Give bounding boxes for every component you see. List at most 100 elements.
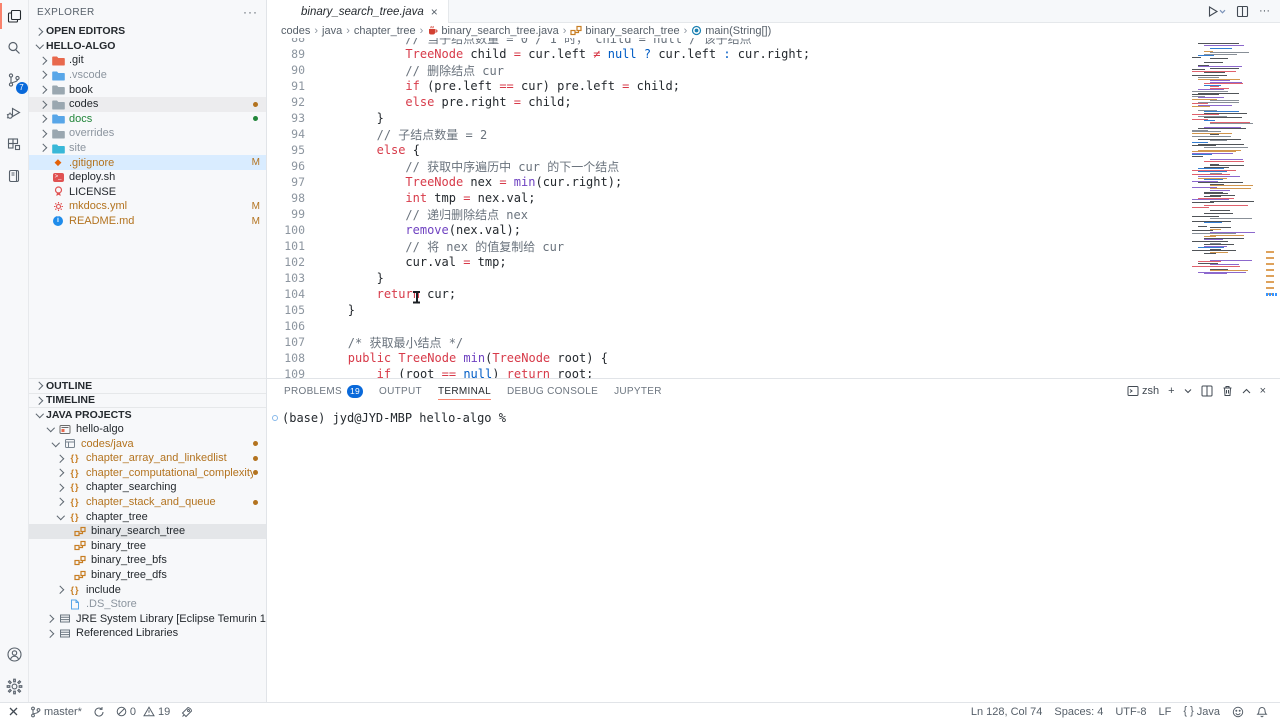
section-root-folder[interactable]: HELLO-ALGO xyxy=(29,39,266,54)
code-line-100[interactable]: 100remove(nex.val); xyxy=(267,222,1192,238)
explorer-item-overrides[interactable]: overrides xyxy=(29,126,266,141)
encoding[interactable]: UTF-8 xyxy=(1115,706,1146,718)
code-line-107[interactable]: 107/* 获取最小结点 */ xyxy=(267,334,1192,350)
sync-icon[interactable] xyxy=(93,706,105,718)
chevron-closed-icon[interactable] xyxy=(54,470,67,476)
account-icon[interactable] xyxy=(0,638,29,670)
java-projects-item-binary-search-tree[interactable]: binary_search_tree xyxy=(29,524,266,539)
chevron-closed-icon[interactable] xyxy=(54,499,67,505)
explorer-icon[interactable] xyxy=(0,0,29,32)
explorer-item-docs[interactable]: docs xyxy=(29,112,266,127)
terminal[interactable]: (base) jyd@JYD-MBP hello-algo % xyxy=(267,403,1280,702)
explorer-more-icon[interactable]: ··· xyxy=(243,5,258,19)
java-projects-item-referenced-libraries[interactable]: Referenced Libraries xyxy=(29,626,266,641)
java-projects-item-binary-tree-dfs[interactable]: binary_tree_dfs xyxy=(29,568,266,583)
maximize-panel-icon[interactable] xyxy=(1242,387,1251,396)
chevron-open-icon[interactable] xyxy=(44,427,57,431)
feedback-smiley-icon[interactable] xyxy=(1232,706,1244,718)
chevron-closed-icon[interactable] xyxy=(37,116,50,122)
code-line-93[interactable]: 93} xyxy=(267,110,1192,126)
split-editor-icon[interactable] xyxy=(1236,5,1249,18)
breadcrumb-item-binary-search-tree-java[interactable]: binary_search_tree.java xyxy=(427,25,558,37)
java-projects-item-chapter-tree[interactable]: {}chapter_tree xyxy=(29,509,266,524)
panel-tab-terminal[interactable]: TERMINAL xyxy=(438,379,491,403)
code-area[interactable]: 88// 当子结点数量 = 0 / 1 时， child = null / 该子… xyxy=(267,38,1192,378)
java-projects-item-chapter-searching[interactable]: {}chapter_searching xyxy=(29,480,266,495)
git-branch-item[interactable]: master* xyxy=(30,706,82,718)
chevron-closed-icon[interactable] xyxy=(54,587,67,593)
explorer-item--gitignore[interactable]: ◆.gitignoreM xyxy=(29,155,266,170)
code-line-92[interactable]: 92else pre.right = child; xyxy=(267,94,1192,110)
code-line-91[interactable]: 91if (pre.left == cur) pre.left = child; xyxy=(267,78,1192,94)
section-open-editors[interactable]: OPEN EDITORS xyxy=(29,24,266,39)
language-mode[interactable]: { } Java xyxy=(1183,706,1220,718)
eol-selector[interactable]: LF xyxy=(1159,706,1172,718)
code-line-104[interactable]: 104return cur; xyxy=(267,286,1192,302)
java-projects-item-include[interactable]: {}include xyxy=(29,582,266,597)
minimap[interactable] xyxy=(1192,43,1260,275)
search-icon[interactable] xyxy=(0,32,29,64)
explorer-item-codes[interactable]: codes xyxy=(29,97,266,112)
explorer-item-deploy-sh[interactable]: >_deploy.sh xyxy=(29,170,266,185)
java-projects-item-jre-system-library-eclipse-temurin-17-17-[interactable]: JRE System Library [Eclipse Temurin 17 [… xyxy=(29,612,266,627)
code-line-94[interactable]: 94// 子结点数量 = 2 xyxy=(267,126,1192,142)
code-line-90[interactable]: 90// 删除结点 cur xyxy=(267,62,1192,78)
terminal-profile-select[interactable]: zsh xyxy=(1127,385,1159,397)
breadcrumb-item-java[interactable]: java xyxy=(322,25,342,37)
chevron-closed-icon[interactable] xyxy=(37,72,50,78)
java-projects-item--ds-store[interactable]: .DS_Store xyxy=(29,597,266,612)
chevron-closed-icon[interactable] xyxy=(37,102,50,108)
kill-terminal-trash-icon[interactable] xyxy=(1222,385,1233,397)
cursor-position[interactable]: Ln 128, Col 74 xyxy=(971,706,1043,718)
run-java-button[interactable] xyxy=(1206,5,1226,18)
tab-close-icon[interactable]: × xyxy=(430,5,439,19)
settings-gear-icon[interactable] xyxy=(0,670,29,702)
code-line-109[interactable]: 109if (root == null) return root; xyxy=(267,366,1192,378)
tab-binary-search-tree[interactable]: binary_search_tree.java × xyxy=(267,0,449,23)
explorer-item--git[interactable]: .git xyxy=(29,53,266,68)
chevron-closed-icon[interactable] xyxy=(54,456,67,462)
java-projects-item-codes-java[interactable]: codes/java xyxy=(29,436,266,451)
section-outline[interactable]: OUTLINE xyxy=(29,378,266,393)
java-projects-item-binary-tree-bfs[interactable]: binary_tree_bfs xyxy=(29,553,266,568)
code-line-103[interactable]: 103} xyxy=(267,270,1192,286)
chevron-closed-icon[interactable] xyxy=(37,58,50,64)
breadcrumb-item-main-string-[interactable]: main(String[]) xyxy=(691,25,771,37)
panel-tab-jupyter[interactable]: JUPYTER xyxy=(614,379,662,403)
panel-tab-debug-console[interactable]: DEBUG CONSOLE xyxy=(507,379,598,403)
section-java-projects[interactable]: JAVA PROJECTS xyxy=(29,407,266,422)
panel-tab-problems[interactable]: PROBLEMS19 xyxy=(284,379,363,403)
code-line-106[interactable]: 106 xyxy=(267,318,1192,334)
launch-profile-chevron-icon[interactable] xyxy=(1184,387,1192,395)
explorer-item-site[interactable]: site xyxy=(29,141,266,156)
close-panel-icon[interactable]: × xyxy=(1260,385,1266,397)
explorer-item-readme-md[interactable]: iREADME.mdM xyxy=(29,214,266,229)
java-projects-item-chapter-computational-complexity[interactable]: {}chapter_computational_complexity xyxy=(29,466,266,481)
split-terminal-icon[interactable] xyxy=(1201,385,1213,397)
notebook-icon[interactable] xyxy=(0,160,29,192)
more-actions-icon[interactable]: ··· xyxy=(1259,5,1270,17)
breadcrumb-item-chapter-tree[interactable]: chapter_tree xyxy=(354,25,416,37)
chevron-open-icon[interactable] xyxy=(54,515,67,519)
panel-tab-output[interactable]: OUTPUT xyxy=(379,379,422,403)
chevron-open-icon[interactable] xyxy=(49,442,62,446)
problems-item[interactable]: 0 19 xyxy=(116,706,170,718)
code-line-99[interactable]: 99// 递归删除结点 nex xyxy=(267,206,1192,222)
notifications-bell-icon[interactable] xyxy=(1256,706,1268,718)
explorer-item-license[interactable]: LICENSE xyxy=(29,185,266,200)
rocket-icon[interactable] xyxy=(181,706,193,718)
editor-pane[interactable]: 88// 当子结点数量 = 0 / 1 时， child = null / 该子… xyxy=(267,38,1280,378)
breadcrumb-item-binary-search-tree[interactable]: binary_search_tree xyxy=(570,25,679,37)
code-line-105[interactable]: 105} xyxy=(267,302,1192,318)
java-projects-item-hello-algo[interactable]: hello-algo xyxy=(29,422,266,437)
section-timeline[interactable]: TIMELINE xyxy=(29,393,266,408)
code-line-89[interactable]: 89TreeNode child = cur.left ≠ null ? cur… xyxy=(267,46,1192,62)
code-line-101[interactable]: 101// 将 nex 的值复制给 cur xyxy=(267,238,1192,254)
code-line-98[interactable]: 98int tmp = nex.val; xyxy=(267,190,1192,206)
code-line-102[interactable]: 102cur.val = tmp; xyxy=(267,254,1192,270)
extensions-icon[interactable] xyxy=(0,128,29,160)
chevron-closed-icon[interactable] xyxy=(37,131,50,137)
explorer-item--vscode[interactable]: .vscode xyxy=(29,68,266,83)
chevron-closed-icon[interactable] xyxy=(37,87,50,93)
new-terminal-icon[interactable]: + xyxy=(1168,385,1174,397)
